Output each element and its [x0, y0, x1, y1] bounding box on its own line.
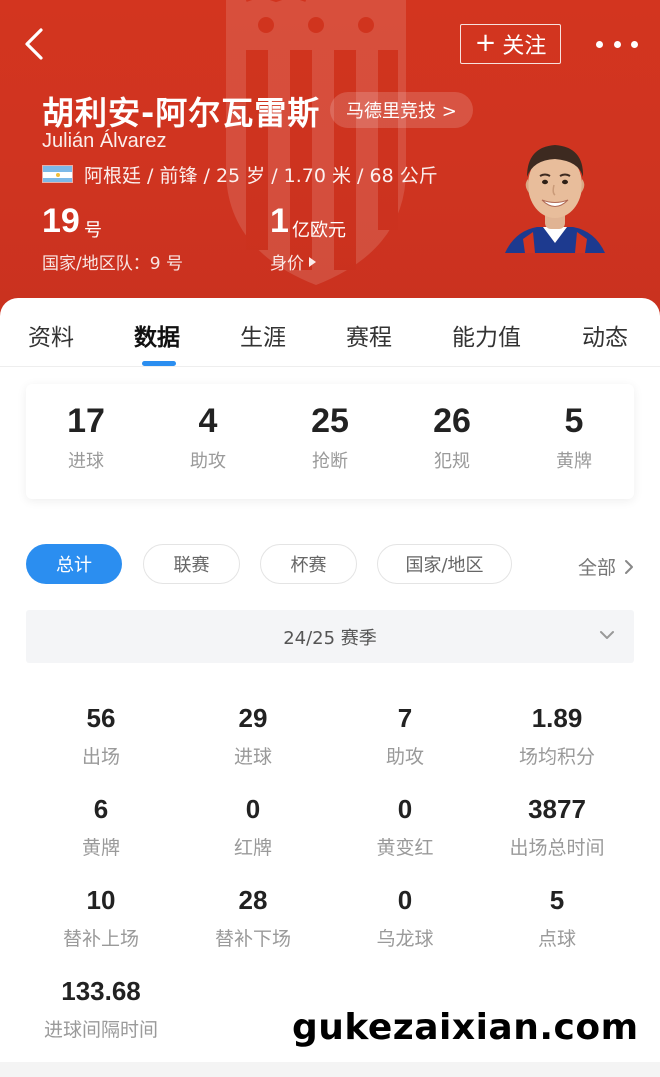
season-selector[interactable]: 24/25 赛季	[26, 610, 634, 663]
summary-value: 5	[564, 402, 584, 440]
market-value-link[interactable]: 身价	[270, 249, 316, 274]
summary-label: 助攻	[190, 451, 226, 472]
back-arrow-icon	[25, 28, 43, 60]
stat-yellow-cards: 6 黄牌	[26, 794, 176, 860]
stat-value: 7	[397, 703, 413, 733]
stat-label: 出场总时间	[509, 837, 605, 859]
filter-cup[interactable]: 杯赛	[260, 544, 357, 584]
club-crest-icon	[226, 0, 406, 285]
stat-label: 黄牌	[81, 837, 120, 859]
summary-value: 26	[433, 402, 471, 440]
tab-career[interactable]: 生涯	[240, 318, 286, 352]
tab-stats[interactable]: 数据	[134, 318, 180, 352]
tabs-divider	[0, 366, 660, 367]
summary-value: 25	[311, 402, 349, 440]
stat-label: 场均积分	[518, 746, 595, 768]
plus-icon: +	[474, 28, 497, 58]
stat-penalties: 5 点球	[482, 885, 632, 951]
stat-value: 56	[86, 703, 116, 733]
club-link[interactable]: 马德里竞技 >	[330, 92, 473, 128]
stat-value: 0	[245, 794, 261, 824]
stat-label: 进球间隔时间	[43, 1019, 158, 1041]
chevron-down-icon	[600, 631, 614, 639]
stat-own-goals: 0 乌龙球	[330, 885, 480, 951]
stat-label: 出场	[81, 746, 120, 768]
stat-label: 替补下场	[214, 928, 291, 950]
chevron-right-icon	[625, 559, 634, 574]
bottom-strip	[0, 1062, 660, 1077]
player-header: + 关注 胡利安-阿尔瓦雷斯 马德里竞技 > Julián Álvarez 阿根…	[0, 0, 660, 330]
summary-fouls: 26 犯规	[392, 402, 512, 473]
stat-second-yellow: 0 黄变红	[330, 794, 480, 860]
club-name: 马德里竞技 >	[346, 101, 457, 122]
summary-assists: 4 助攻	[148, 402, 268, 473]
stat-value: 0	[397, 794, 413, 824]
summary-value: 17	[67, 402, 105, 440]
stat-subbed-off: 28 替补下场	[178, 885, 328, 951]
stat-value: 0	[397, 885, 413, 915]
stat-assists: 7 助攻	[330, 703, 480, 769]
player-latin-name: Julián Álvarez	[42, 130, 167, 152]
filter-national[interactable]: 国家/地区	[377, 544, 512, 584]
market-value-label: 身价	[270, 254, 304, 274]
summary-value: 4	[198, 402, 218, 440]
summary-label: 抢断	[312, 451, 348, 472]
stat-minutes-per-goal: 133.68 进球间隔时间	[26, 976, 176, 1042]
summary-tackles: 25 抢断	[270, 402, 390, 473]
more-dots-icon	[596, 40, 603, 48]
season-label: 24/25 赛季	[283, 628, 377, 649]
tab-profile[interactable]: 资料	[28, 318, 74, 352]
watermark: gukezaixian.com	[292, 1007, 639, 1048]
tab-news[interactable]: 动态	[582, 318, 628, 352]
summary-yellow-cards: 5 黄牌	[514, 402, 634, 473]
content-panel: 资料 数据 生涯 赛程 能力值 动态 17 进球 4 助攻 25 抢断 26 犯…	[0, 298, 660, 1077]
stat-value: 10	[86, 885, 116, 915]
stat-points-per-game: 1.89 场均积分	[482, 703, 632, 769]
back-button[interactable]	[14, 24, 54, 64]
more-button[interactable]	[596, 30, 638, 58]
stat-label: 乌龙球	[376, 928, 434, 950]
filter-all-label: 全部	[578, 557, 617, 579]
filter-all-button[interactable]: 全部	[578, 553, 634, 580]
stat-value: 28	[238, 885, 268, 915]
stat-value: 29	[238, 703, 268, 733]
shirt-number-unit: 号	[84, 220, 102, 241]
tab-ability[interactable]: 能力值	[452, 318, 521, 352]
stat-label: 黄变红	[376, 837, 434, 859]
summary-label: 犯规	[434, 451, 470, 472]
triangle-right-icon	[309, 256, 316, 267]
stat-subbed-on: 10 替补上场	[26, 885, 176, 951]
player-name: 胡利安-阿尔瓦雷斯	[42, 94, 321, 132]
argentina-flag-icon	[42, 165, 73, 183]
summary-goals: 17 进球	[26, 402, 146, 473]
stat-label: 红牌	[233, 837, 272, 859]
avatar	[505, 145, 605, 253]
market-value-unit: 亿欧元	[292, 220, 346, 241]
summary-card: 17 进球 4 助攻 25 抢断 26 犯规 5 黄牌	[26, 384, 634, 499]
stat-value: 1.89	[531, 703, 583, 733]
tab-schedule[interactable]: 赛程	[346, 318, 392, 352]
stat-appearances: 56 出场	[26, 703, 176, 769]
filter-league[interactable]: 联赛	[143, 544, 240, 584]
stat-value: 3877	[528, 794, 586, 824]
summary-label: 进球	[68, 451, 104, 472]
stat-minutes-played: 3877 出场总时间	[482, 794, 632, 860]
stat-value: 133.68	[61, 976, 141, 1006]
stat-label: 替补上场	[62, 928, 139, 950]
follow-button[interactable]: + 关注	[460, 24, 561, 64]
stat-label: 助攻	[385, 746, 424, 768]
stat-value: 6	[93, 794, 109, 824]
stat-label: 进球	[233, 746, 272, 768]
follow-label: 关注	[502, 34, 547, 59]
filter-total[interactable]: 总计	[26, 544, 122, 584]
player-bio: 阿根廷 / 前锋 / 25 岁 / 1.70 米 / 68 公斤	[84, 165, 438, 187]
national-team-number: 国家/地区队：9 号	[42, 254, 183, 274]
market-value: 1	[270, 202, 289, 240]
shirt-number: 19	[42, 202, 80, 240]
summary-label: 黄牌	[556, 451, 592, 472]
stat-label: 点球	[537, 928, 576, 950]
stat-value: 5	[549, 885, 565, 915]
stat-red-cards: 0 红牌	[178, 794, 328, 860]
stat-goals: 29 进球	[178, 703, 328, 769]
